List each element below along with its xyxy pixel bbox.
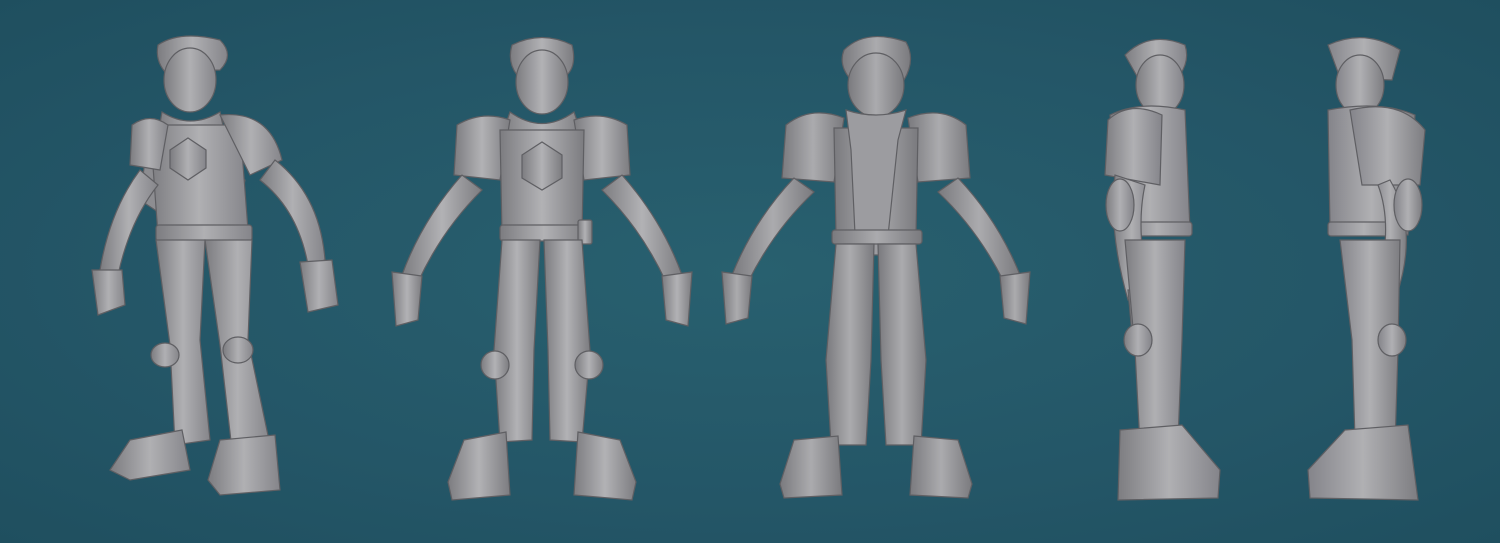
figure-three-quarter-front xyxy=(70,0,350,520)
turnaround-canvas xyxy=(0,0,1500,543)
figure-back xyxy=(716,0,1036,520)
figure-side-right xyxy=(1300,0,1450,520)
character-front xyxy=(391,36,693,501)
figure-side-left xyxy=(1090,0,1240,520)
character-side-right xyxy=(1307,36,1426,501)
character-three-quarter-front xyxy=(91,35,339,496)
character-back xyxy=(721,36,1031,499)
figure-front xyxy=(382,0,702,520)
character-side-left xyxy=(1104,38,1221,501)
